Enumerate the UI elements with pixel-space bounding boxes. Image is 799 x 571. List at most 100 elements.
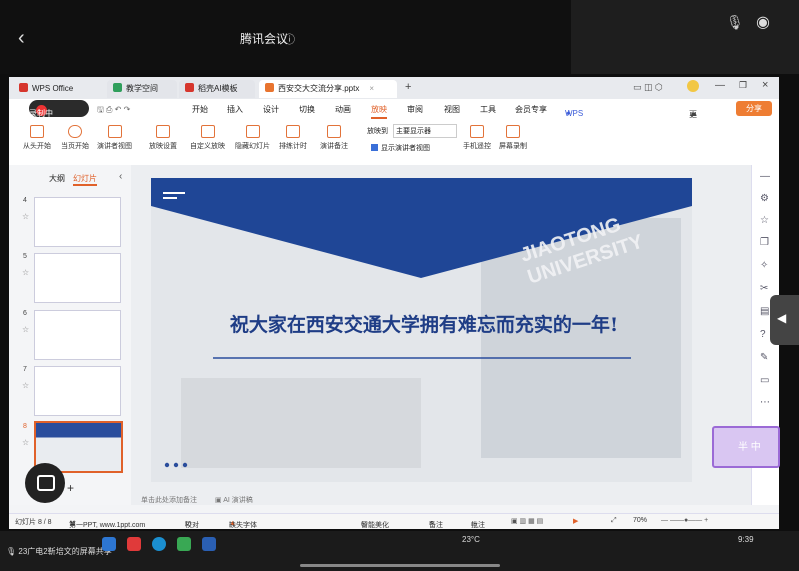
menu-transition[interactable]: 切换 xyxy=(299,104,315,115)
back-arrow-icon[interactable]: ‹ xyxy=(18,27,25,50)
wps-taskbar-icon[interactable] xyxy=(127,537,141,551)
settings-icon xyxy=(156,125,170,138)
properties-icon[interactable]: ⚙ xyxy=(760,193,769,204)
recording-badge[interactable]: 录制中 xyxy=(29,100,89,118)
app-icon[interactable] xyxy=(202,537,216,551)
start-icon[interactable] xyxy=(102,537,116,551)
star-icon: ☆ xyxy=(22,325,30,334)
checkbox-icon[interactable] xyxy=(371,144,378,151)
template-icon xyxy=(185,83,194,92)
tab-slides[interactable]: 幻灯片 xyxy=(73,173,97,186)
display-to-select[interactable]: 放映到 主要显示器 xyxy=(367,124,457,138)
hide-slide-button[interactable]: 隐藏幻灯片 xyxy=(235,125,270,151)
weather[interactable]: 23°C xyxy=(462,535,480,544)
slide-title[interactable]: 祝大家在西安交通大学拥有难忘而充实的一年! xyxy=(189,310,659,337)
avatar[interactable] xyxy=(687,80,699,92)
layout-icon[interactable]: ▤ xyxy=(760,306,769,317)
speaker-notes-button[interactable]: 演讲备注 xyxy=(320,125,348,151)
window-close-icon[interactable]: × xyxy=(762,79,768,91)
tab-wps-office[interactable]: WPS Office xyxy=(13,80,105,98)
meeting-top-bar: ‹ 腾讯会议 ⓘ 🎙 ◉ xyxy=(0,0,799,74)
menu-design[interactable]: 设计 xyxy=(263,104,279,115)
tab-teaching[interactable]: 教学空间 xyxy=(107,80,177,98)
tab-pptx[interactable]: 西安交大交流分享.pptx × xyxy=(259,80,397,98)
zoom-level[interactable]: 70% xyxy=(633,517,647,524)
tools-icon[interactable]: ✂ xyxy=(760,283,768,294)
taskbar: 🎙 23广电2靳培文的屏幕共享 23°C 9:39 xyxy=(0,531,799,571)
record-target-icon[interactable]: ◉ xyxy=(756,12,770,32)
phone-icon xyxy=(470,125,484,138)
from-current-button[interactable]: 当页开始 xyxy=(61,125,89,151)
notes-placeholder[interactable]: 单击此处添加备注 xyxy=(141,495,197,505)
meeting-title: 腾讯会议 xyxy=(240,32,289,46)
menu-bar: 录制中 🖫 ⎙ ↶ ↷ 开始 插入 设计 切换 动画 放映 审阅 视图 工具 会… xyxy=(9,99,779,152)
app-icon[interactable] xyxy=(177,537,191,551)
hide-slide-icon xyxy=(245,125,260,138)
star-icon: ☆ xyxy=(22,438,30,447)
restore-icon[interactable]: ❐ xyxy=(739,80,747,91)
star-icon: ☆ xyxy=(22,381,30,390)
view-mode-icons[interactable]: ▣ ▥ ▦ ▤ xyxy=(511,517,543,525)
menu-member[interactable]: 会员专享 xyxy=(515,104,547,115)
close-icon[interactable]: × xyxy=(369,84,374,93)
ai-script-button[interactable]: ▣ AI 演讲稿 xyxy=(215,495,253,505)
window-tools-icon[interactable]: ▭ ◫ ⬡ xyxy=(633,82,663,93)
edge-icon[interactable] xyxy=(152,537,166,551)
ribbon-slideshow: 从头开始 当页开始 演讲者视图 放映设置 自定义放映 隐藏幻灯片 排练计时 演讲… xyxy=(9,119,779,166)
minus-icon[interactable]: — xyxy=(760,171,770,182)
menu-tools[interactable]: 工具 xyxy=(480,104,496,115)
menu-view[interactable]: 视图 xyxy=(444,104,460,115)
floating-action-button[interactable] xyxy=(25,463,65,503)
slide-8[interactable]: JIAOTONG UNIVERSITY 祝大家在西安交通大学拥有难忘而充实的一年… xyxy=(151,178,692,482)
menu-start[interactable]: 开始 xyxy=(192,104,208,115)
tab-outline[interactable]: 大纲 xyxy=(49,173,65,184)
star-icon[interactable]: ☆ xyxy=(760,215,769,226)
minimize-icon[interactable]: — xyxy=(715,80,725,91)
menu-slideshow[interactable]: 放映 xyxy=(371,104,387,119)
from-start-button[interactable]: 从头开始 xyxy=(23,125,51,151)
info-icon[interactable]: ⓘ xyxy=(284,31,295,47)
mic-icon: 🎙 xyxy=(6,547,19,556)
slides-panel: 大纲 幻灯片 ‹ 4 ☆ 5 ☆ 6 ☆ 7 ☆ 8 ☆ + xyxy=(9,165,132,505)
ai-icon: ▣ xyxy=(215,497,224,504)
play-current-icon xyxy=(68,125,82,138)
slide-number: 7 xyxy=(23,366,27,373)
more-icon[interactable]: ⋯ xyxy=(760,397,770,408)
home-indicator[interactable] xyxy=(300,564,500,567)
slide-thumbnail[interactable] xyxy=(34,310,121,360)
toolbar-quick-icons[interactable]: 🖫 ⎙ ↶ ↷ xyxy=(97,104,130,118)
zoom-slider[interactable]: — ——●—— + xyxy=(661,517,708,524)
slide-thumbnail[interactable] xyxy=(34,197,121,247)
clock[interactable]: 9:39 xyxy=(738,535,754,544)
comment-icon[interactable]: ▭ xyxy=(760,375,769,386)
play-icon[interactable]: ▶ xyxy=(573,517,578,525)
phone-remote-button[interactable]: 手机遥控 xyxy=(463,125,491,151)
magic-icon[interactable]: ✎ xyxy=(760,352,768,363)
collapse-icon[interactable]: ‹ xyxy=(119,171,122,182)
help-icon[interactable]: ? xyxy=(760,329,766,340)
tab-template[interactable]: 稻壳AI模板 xyxy=(179,80,255,98)
mic-icon[interactable]: 🎙 xyxy=(726,14,744,31)
menu-animation[interactable]: 动画 xyxy=(335,104,351,115)
slide-thumbnail[interactable] xyxy=(34,366,121,416)
display-select[interactable]: 主要显示器 xyxy=(392,124,457,138)
new-tab-icon[interactable]: + xyxy=(405,81,411,93)
fit-icon[interactable]: ⤢ xyxy=(611,517,617,525)
custom-show-button[interactable]: 自定义放映 xyxy=(190,125,225,151)
slide-thumbnail[interactable] xyxy=(34,253,121,303)
screen-record-icon xyxy=(506,125,520,138)
share-button[interactable]: 分享 xyxy=(736,101,772,116)
rehearse-timing-button[interactable]: 排练计时 xyxy=(279,125,307,151)
slide-number: 6 xyxy=(23,310,27,317)
slideshow-settings-button[interactable]: 放映设置 xyxy=(149,125,177,151)
screen-record-button[interactable]: 屏幕录制 xyxy=(499,125,527,151)
side-drawer-handle[interactable]: ◀ xyxy=(770,295,799,345)
presenter-view-button[interactable]: 演讲者视图 xyxy=(97,125,132,151)
add-slide-icon[interactable]: + xyxy=(67,481,74,495)
menu-insert[interactable]: 插入 xyxy=(227,104,243,115)
wps-window: WPS Office 教学空间 稻壳AI模板 西安交大交流分享.pptx × + … xyxy=(9,77,779,529)
menu-review[interactable]: 审阅 xyxy=(407,104,423,115)
presenter-checkbox[interactable]: 显示演讲者视图 xyxy=(371,143,430,153)
animation-icon[interactable]: ✧ xyxy=(760,260,768,271)
copy-icon[interactable]: ❐ xyxy=(760,237,769,248)
